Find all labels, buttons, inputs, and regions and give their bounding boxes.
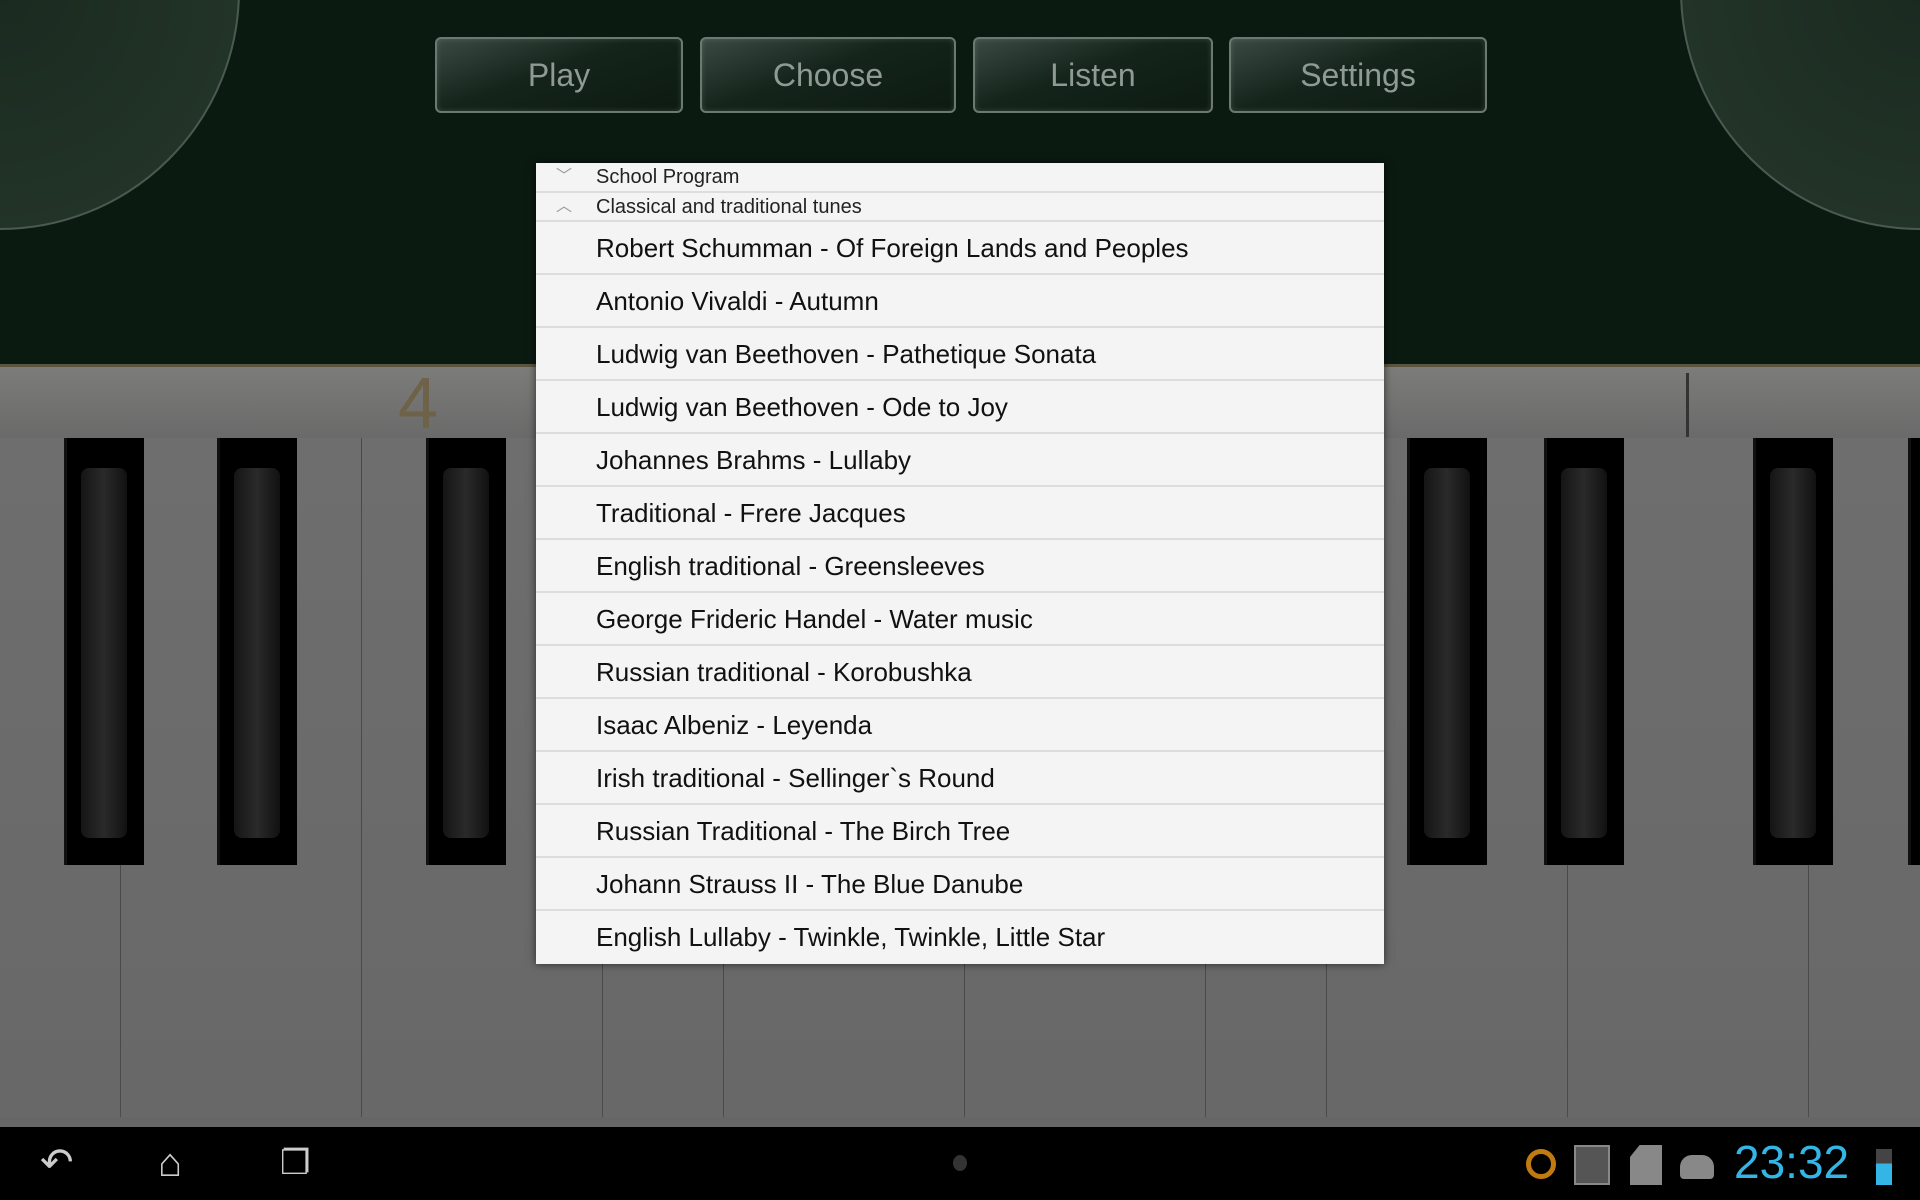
black-key[interactable] xyxy=(426,438,506,865)
home-icon[interactable]: ⌂ xyxy=(158,1141,182,1185)
octave-label: 4 xyxy=(398,364,439,444)
android-debug-icon[interactable] xyxy=(1680,1155,1714,1179)
chevron-down-icon: ﹀ xyxy=(556,168,573,185)
black-key[interactable] xyxy=(1908,438,1920,865)
keyboard-edge xyxy=(0,1117,1920,1127)
song-item[interactable]: Antonio Vivaldi - Autumn xyxy=(536,275,1384,328)
back-icon[interactable]: ↶ xyxy=(40,1141,74,1185)
chevron-up-icon: ︿ xyxy=(556,197,573,215)
curtain-left xyxy=(0,0,240,230)
song-item[interactable]: Ludwig van Beethoven - Ode to Joy xyxy=(536,381,1384,434)
choose-button[interactable]: Choose xyxy=(700,37,956,113)
notification-app-icon[interactable] xyxy=(1526,1149,1556,1179)
black-key[interactable] xyxy=(1544,438,1624,865)
menu-dot-icon[interactable] xyxy=(953,1155,967,1171)
clock[interactable]: 23:32 xyxy=(1734,1135,1849,1189)
song-item[interactable]: Isaac Albeniz - Leyenda xyxy=(536,699,1384,752)
battery-icon[interactable] xyxy=(1876,1149,1892,1185)
notification-sync-icon[interactable] xyxy=(1574,1145,1610,1185)
black-key[interactable] xyxy=(1753,438,1833,865)
song-item[interactable]: Johannes Brahms - Lullaby xyxy=(536,434,1384,487)
group-school-program[interactable]: ﹀ School Program xyxy=(536,163,1384,193)
octave-divider xyxy=(1686,373,1689,437)
curtain-right xyxy=(1680,0,1920,230)
song-item[interactable]: Ludwig van Beethoven - Pathetique Sonata xyxy=(536,328,1384,381)
song-item[interactable]: Russian traditional - Korobushka xyxy=(536,646,1384,699)
sd-card-icon[interactable] xyxy=(1630,1145,1662,1185)
black-key[interactable] xyxy=(64,438,144,865)
black-key[interactable] xyxy=(1407,438,1487,865)
recent-apps-icon[interactable]: ❐ xyxy=(280,1141,310,1185)
group-label: School Program xyxy=(596,166,740,188)
song-item[interactable]: Irish traditional - Sellinger`s Round xyxy=(536,752,1384,805)
song-item[interactable]: Johann Strauss II - The Blue Danube xyxy=(536,858,1384,911)
song-item[interactable]: English traditional - Greensleeves xyxy=(536,540,1384,593)
song-item[interactable]: George Frideric Handel - Water music xyxy=(536,593,1384,646)
listen-button[interactable]: Listen xyxy=(973,37,1213,113)
song-item[interactable]: Russian Traditional - The Birch Tree xyxy=(536,805,1384,858)
play-button[interactable]: Play xyxy=(435,37,683,113)
settings-button[interactable]: Settings xyxy=(1229,37,1487,113)
system-nav-bar: ↶ ⌂ ❐ 23:32 xyxy=(0,1127,1920,1200)
song-item[interactable]: English Lullaby - Twinkle, Twinkle, Litt… xyxy=(536,911,1384,964)
song-item[interactable]: Robert Schumman - Of Foreign Lands and P… xyxy=(536,222,1384,275)
song-item[interactable]: Traditional - Frere Jacques xyxy=(536,487,1384,540)
group-classical[interactable]: ︿ Classical and traditional tunes xyxy=(536,193,1384,222)
song-list-dialog: ﹀ School Program ︿ Classical and tradition… xyxy=(536,163,1384,964)
group-label: Classical and traditional tunes xyxy=(596,195,862,218)
black-key[interactable] xyxy=(217,438,297,865)
